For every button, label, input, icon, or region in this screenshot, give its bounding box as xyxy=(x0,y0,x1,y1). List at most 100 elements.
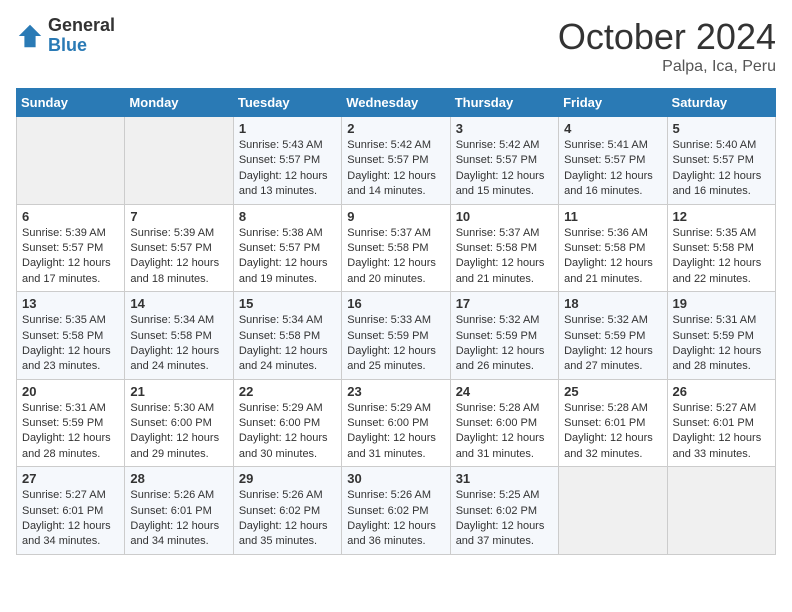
day-number: 14 xyxy=(130,296,227,311)
calendar-cell xyxy=(559,467,667,555)
day-info: Sunrise: 5:36 AMSunset: 5:58 PMDaylight:… xyxy=(564,226,661,288)
calendar-week-row: 13 Sunrise: 5:35 AMSunset: 5:58 PMDayligh… xyxy=(17,292,776,380)
calendar-cell: 20 Sunrise: 5:31 AMSunset: 5:59 PMDayligh… xyxy=(17,379,125,467)
day-number: 18 xyxy=(564,296,661,311)
calendar-table: SundayMondayTuesdayWednesdayThursdayFrid… xyxy=(16,88,776,555)
calendar-cell: 14 Sunrise: 5:34 AMSunset: 5:58 PMDayligh… xyxy=(125,292,233,380)
day-info: Sunrise: 5:27 AMSunset: 6:01 PMDaylight:… xyxy=(673,401,770,463)
weekday-header-tuesday: Tuesday xyxy=(233,89,341,117)
calendar-cell: 10 Sunrise: 5:37 AMSunset: 5:58 PMDayligh… xyxy=(450,204,558,292)
logo-blue-text: Blue xyxy=(48,36,115,56)
day-info: Sunrise: 5:35 AMSunset: 5:58 PMDaylight:… xyxy=(22,313,119,375)
weekday-header-thursday: Thursday xyxy=(450,89,558,117)
weekday-header-saturday: Saturday xyxy=(667,89,775,117)
logo: General Blue xyxy=(16,16,115,56)
logo-general-text: General xyxy=(48,16,115,36)
day-number: 28 xyxy=(130,471,227,486)
day-info: Sunrise: 5:26 AMSunset: 6:02 PMDaylight:… xyxy=(239,488,336,550)
calendar-cell: 16 Sunrise: 5:33 AMSunset: 5:59 PMDayligh… xyxy=(342,292,450,380)
day-number: 11 xyxy=(564,209,661,224)
day-info: Sunrise: 5:31 AMSunset: 5:59 PMDaylight:… xyxy=(22,401,119,463)
calendar-cell: 6 Sunrise: 5:39 AMSunset: 5:57 PMDaylight… xyxy=(17,204,125,292)
calendar-cell: 24 Sunrise: 5:28 AMSunset: 6:00 PMDayligh… xyxy=(450,379,558,467)
day-info: Sunrise: 5:26 AMSunset: 6:02 PMDaylight:… xyxy=(347,488,444,550)
logo-text: General Blue xyxy=(48,16,115,56)
day-number: 23 xyxy=(347,384,444,399)
weekday-header-friday: Friday xyxy=(559,89,667,117)
calendar-cell: 11 Sunrise: 5:36 AMSunset: 5:58 PMDayligh… xyxy=(559,204,667,292)
calendar-week-row: 1Sunrise: 5:43 AMSunset: 5:57 PMDaylight… xyxy=(17,117,776,205)
day-info: Sunrise: 5:39 AMSunset: 5:57 PMDaylight:… xyxy=(22,226,119,288)
day-number: 10 xyxy=(456,209,553,224)
calendar-cell: 29 Sunrise: 5:26 AMSunset: 6:02 PMDayligh… xyxy=(233,467,341,555)
day-number: 9 xyxy=(347,209,444,224)
location: Palpa, Ica, Peru xyxy=(558,58,776,76)
day-number: 7 xyxy=(130,209,227,224)
calendar-cell: 1Sunrise: 5:43 AMSunset: 5:57 PMDaylight… xyxy=(233,117,341,205)
day-number: 3 xyxy=(456,121,553,136)
page-header: General Blue October 2024 Palpa, Ica, Pe… xyxy=(16,16,776,76)
day-number: 17 xyxy=(456,296,553,311)
weekday-header-row: SundayMondayTuesdayWednesdayThursdayFrid… xyxy=(17,89,776,117)
day-number: 19 xyxy=(673,296,770,311)
calendar-cell: 9 Sunrise: 5:37 AMSunset: 5:58 PMDaylight… xyxy=(342,204,450,292)
day-info: Sunrise: 5:28 AMSunset: 6:01 PMDaylight:… xyxy=(564,401,661,463)
day-info: Sunrise: 5:42 AMSunset: 5:57 PMDaylight:… xyxy=(456,138,553,200)
calendar-week-row: 27Sunrise: 5:27 AMSunset: 6:01 PMDayligh… xyxy=(17,467,776,555)
calendar-cell: 5Sunrise: 5:40 AMSunset: 5:57 PMDaylight… xyxy=(667,117,775,205)
day-info: Sunrise: 5:31 AMSunset: 5:59 PMDaylight:… xyxy=(673,313,770,375)
day-info: Sunrise: 5:29 AMSunset: 6:00 PMDaylight:… xyxy=(239,401,336,463)
day-number: 21 xyxy=(130,384,227,399)
calendar-cell: 8 Sunrise: 5:38 AMSunset: 5:57 PMDaylight… xyxy=(233,204,341,292)
calendar-cell: 17 Sunrise: 5:32 AMSunset: 5:59 PMDayligh… xyxy=(450,292,558,380)
day-number: 13 xyxy=(22,296,119,311)
calendar-cell: 22Sunrise: 5:29 AMSunset: 6:00 PMDayligh… xyxy=(233,379,341,467)
weekday-header-wednesday: Wednesday xyxy=(342,89,450,117)
calendar-cell: 2Sunrise: 5:42 AMSunset: 5:57 PMDaylight… xyxy=(342,117,450,205)
day-number: 6 xyxy=(22,209,119,224)
calendar-cell xyxy=(667,467,775,555)
day-number: 4 xyxy=(564,121,661,136)
month-title: October 2024 xyxy=(558,16,776,58)
day-info: Sunrise: 5:30 AMSunset: 6:00 PMDaylight:… xyxy=(130,401,227,463)
calendar-cell: 13 Sunrise: 5:35 AMSunset: 5:58 PMDayligh… xyxy=(17,292,125,380)
calendar-cell: 15 Sunrise: 5:34 AMSunset: 5:58 PMDayligh… xyxy=(233,292,341,380)
day-info: Sunrise: 5:38 AMSunset: 5:57 PMDaylight:… xyxy=(239,226,336,288)
day-info: Sunrise: 5:34 AMSunset: 5:58 PMDaylight:… xyxy=(239,313,336,375)
day-info: Sunrise: 5:35 AMSunset: 5:58 PMDaylight:… xyxy=(673,226,770,288)
calendar-cell: 21 Sunrise: 5:30 AMSunset: 6:00 PMDayligh… xyxy=(125,379,233,467)
day-number: 1 xyxy=(239,121,336,136)
day-info: Sunrise: 5:37 AMSunset: 5:58 PMDaylight:… xyxy=(347,226,444,288)
title-block: October 2024 Palpa, Ica, Peru xyxy=(558,16,776,76)
day-info: Sunrise: 5:26 AMSunset: 6:01 PMDaylight:… xyxy=(130,488,227,550)
day-info: Sunrise: 5:32 AMSunset: 5:59 PMDaylight:… xyxy=(456,313,553,375)
calendar-cell: 26 Sunrise: 5:27 AMSunset: 6:01 PMDayligh… xyxy=(667,379,775,467)
calendar-cell: 23 Sunrise: 5:29 AMSunset: 6:00 PMDayligh… xyxy=(342,379,450,467)
day-info: Sunrise: 5:39 AMSunset: 5:57 PMDaylight:… xyxy=(130,226,227,288)
calendar-cell xyxy=(125,117,233,205)
day-number: 2 xyxy=(347,121,444,136)
logo-icon xyxy=(16,22,44,50)
day-number: 26 xyxy=(673,384,770,399)
day-info: Sunrise: 5:41 AMSunset: 5:57 PMDaylight:… xyxy=(564,138,661,200)
day-number: 15 xyxy=(239,296,336,311)
calendar-cell: 18Sunrise: 5:32 AMSunset: 5:59 PMDayligh… xyxy=(559,292,667,380)
calendar-cell: 27Sunrise: 5:27 AMSunset: 6:01 PMDayligh… xyxy=(17,467,125,555)
day-number: 20 xyxy=(22,384,119,399)
calendar-cell: 28 Sunrise: 5:26 AMSunset: 6:01 PMDayligh… xyxy=(125,467,233,555)
day-number: 27 xyxy=(22,471,119,486)
calendar-week-row: 20 Sunrise: 5:31 AMSunset: 5:59 PMDayligh… xyxy=(17,379,776,467)
weekday-header-sunday: Sunday xyxy=(17,89,125,117)
day-info: Sunrise: 5:33 AMSunset: 5:59 PMDaylight:… xyxy=(347,313,444,375)
day-info: Sunrise: 5:28 AMSunset: 6:00 PMDaylight:… xyxy=(456,401,553,463)
day-number: 24 xyxy=(456,384,553,399)
day-info: Sunrise: 5:34 AMSunset: 5:58 PMDaylight:… xyxy=(130,313,227,375)
day-number: 30 xyxy=(347,471,444,486)
day-number: 8 xyxy=(239,209,336,224)
calendar-cell: 19 Sunrise: 5:31 AMSunset: 5:59 PMDayligh… xyxy=(667,292,775,380)
day-number: 29 xyxy=(239,471,336,486)
day-number: 16 xyxy=(347,296,444,311)
day-info: Sunrise: 5:37 AMSunset: 5:58 PMDaylight:… xyxy=(456,226,553,288)
day-info: Sunrise: 5:29 AMSunset: 6:00 PMDaylight:… xyxy=(347,401,444,463)
calendar-cell xyxy=(17,117,125,205)
